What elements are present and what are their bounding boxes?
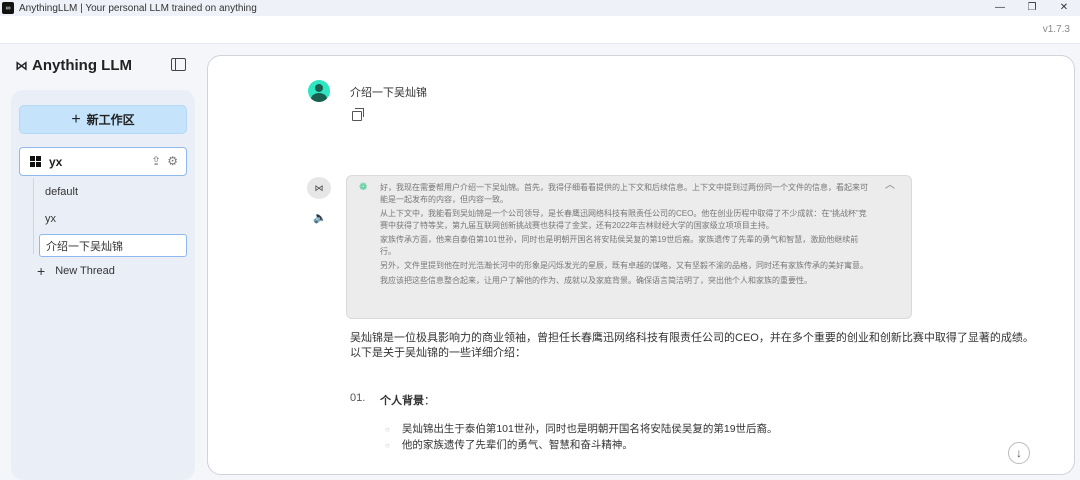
thread-label: 介绍一下吴灿锦 (46, 240, 123, 253)
section-colon: ： (424, 395, 435, 407)
new-thread-button[interactable]: + New Thread (19, 257, 189, 284)
thread-item[interactable]: yx (19, 205, 189, 232)
scroll-down-button[interactable]: ↓ (1008, 442, 1030, 464)
new-thread-label: New Thread (55, 264, 115, 277)
minimize-button[interactable]: — (984, 0, 1016, 16)
section-number: 01. (350, 392, 366, 404)
bullet-item: ○ 他的家族遗传了先辈们的勇气、智慧和奋斗精神。 (385, 439, 633, 451)
speaker-icon[interactable]: 🔈 (313, 211, 327, 224)
logo: ⋈ Anything LLM (15, 57, 132, 74)
thinking-paragraph: 家族传承方面，他来自泰伯第101世孙，同时也是明朝开国名将安陆侯吴复的第19世后… (380, 235, 859, 256)
sidebar: + 新工作区 yx ⇪ ⚙ default yx 介绍一下吴灿锦 + New Thre… (11, 90, 195, 480)
thinking-paragraph: 从上下文中，我能看到吴灿锦是一个公司领导，是长春鹰迅网络科技有限责任公司的CEO… (380, 209, 867, 230)
answer-line: 吴灿锦是一位极具影响力的商业领袖，曾担任长春鹰迅网络科技有限责任公司的CEO，并… (350, 332, 1034, 344)
thread-item-active[interactable]: 介绍一下吴灿锦 (39, 234, 187, 257)
logo-icon: ⋈ (15, 57, 28, 73)
thread-label: yx (45, 212, 56, 225)
bullet-item: ○ 吴灿锦出生于泰伯第101世孙，同时也是明朝开国名将安陆侯吴复的第19世后裔。 (385, 423, 778, 435)
chat-panel: 介绍一下吴灿锦 ⋈ 🔈 ❁ ︿ 好，我现在需要帮用户介绍一下吴灿锦。首先，我得仔… (207, 55, 1075, 475)
bullet-text: 他的家族遗传了先辈们的勇气、智慧和奋斗精神。 (401, 439, 633, 451)
sidebar-toggle-icon[interactable] (171, 58, 186, 71)
plus-icon: + (71, 110, 81, 128)
assistant-answer: 吴灿锦是一位极具影响力的商业领袖，曾担任长春鹰迅网络科技有限责任公司的CEO，并… (350, 331, 1034, 361)
section-heading: 01. 个人背景： (350, 392, 435, 408)
workspace-grid-icon (30, 156, 41, 167)
answer-line: 以下是关于吴灿锦的一些详细介绍： (350, 347, 526, 359)
brain-icon: ❁ (359, 182, 368, 193)
thinking-paragraph: 另外，文件里提到他在时光浩瀚长河中的形象是闪烁发光的星辰，既有卓越的谋略，又有坚… (380, 261, 868, 270)
logo-text: Anything LLM (32, 57, 132, 74)
top-bar: v1.7.3 (0, 16, 1080, 44)
upload-icon[interactable]: ⇪ (151, 154, 161, 168)
close-button[interactable]: ✕ (1048, 0, 1080, 16)
thread-item[interactable]: default (19, 178, 189, 205)
window-title: AnythingLLM | Your personal LLM trained … (19, 2, 257, 14)
chevron-up-icon[interactable]: ︿ (885, 180, 895, 192)
plus-icon: + (37, 262, 46, 279)
title-bar: ∞ AnythingLLM | Your personal LLM traine… (0, 0, 1080, 16)
app-icon: ∞ (2, 2, 14, 14)
maximize-button[interactable]: ❐ (1016, 0, 1048, 16)
thinking-paragraph: 好，我现在需要帮用户介绍一下吴灿锦。首先，我得仔细看看提供的上下文和后续信息。上… (380, 183, 868, 204)
thinking-block: ❁ ︿ 好，我现在需要帮用户介绍一下吴灿锦。首先，我得仔细看看提供的上下文和后续… (346, 175, 912, 319)
workspace-item-yx[interactable]: yx ⇪ ⚙ (19, 147, 187, 176)
new-workspace-button[interactable]: + 新工作区 (19, 105, 187, 134)
thinking-paragraph: 我应该把这些信息整合起来，让用户了解他的作为、成就以及家庭背景。确保语言简洁明了… (380, 275, 812, 285)
user-avatar (308, 80, 330, 102)
gear-icon[interactable]: ⚙ (167, 154, 178, 168)
thread-label: default (45, 185, 79, 198)
user-message: 介绍一下吴灿锦 (350, 87, 427, 99)
assistant-avatar: ⋈ (307, 177, 331, 199)
section-title: 个人背景 (380, 395, 424, 407)
thread-list: default yx 介绍一下吴灿锦 + New Thread (19, 178, 189, 284)
workspace-label: yx (49, 154, 63, 169)
new-workspace-label: 新工作区 (86, 113, 135, 127)
copy-icon[interactable] (352, 108, 364, 121)
version-label: v1.7.3 (1042, 24, 1070, 35)
bullet-text: 吴灿锦出生于泰伯第101世孙，同时也是明朝开国名将安陆侯吴复的第19世后裔。 (401, 423, 778, 435)
